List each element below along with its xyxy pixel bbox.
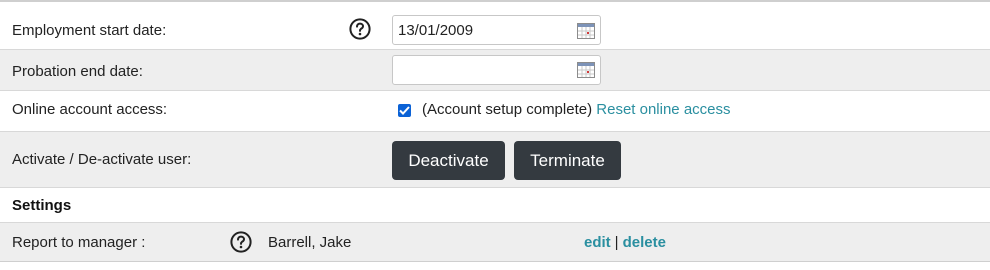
probation-end-label: Probation end date: [12,63,143,80]
reset-online-access-link[interactable]: Reset online access [596,101,730,118]
activation-label: Activate / De-activate user: [12,151,192,168]
manager-actions: edit | delete [584,234,666,251]
settings-heading: Settings [12,197,72,214]
report-to-manager-row: Report to manager : Barrell, Jake edit | d… [0,223,990,262]
edit-manager-link[interactable]: edit [584,234,611,251]
calendar-icon[interactable] [577,62,595,78]
calendar-icon[interactable] [577,23,595,39]
online-access-checkbox[interactable] [398,104,411,117]
online-access-label: Online account access: [12,101,168,118]
probation-end-date-input[interactable] [392,55,601,85]
probation-end-row: Probation end date: [0,50,990,91]
online-access-row: Online account access: (Account setup co… [0,91,990,132]
employment-start-date-input[interactable] [392,15,601,45]
manager-name: Barrell, Jake [268,234,352,251]
online-access-status: (Account setup complete) Reset online ac… [422,101,731,118]
question-circle-icon[interactable] [349,18,371,40]
delete-manager-link[interactable]: delete [623,234,666,251]
employment-start-row: Employment start date: [0,2,990,50]
account-status-text: (Account setup complete) [422,101,593,118]
employment-start-label: Employment start date: [12,22,167,39]
deactivate-button[interactable]: Deactivate [392,141,505,180]
link-separator: | [614,234,619,251]
question-circle-icon[interactable] [230,231,252,253]
activation-row: Activate / De-activate user: Deactivate … [0,132,990,188]
settings-section-row: Settings [0,188,990,223]
terminate-button[interactable]: Terminate [514,141,621,180]
report-to-manager-label: Report to manager : [12,234,146,251]
